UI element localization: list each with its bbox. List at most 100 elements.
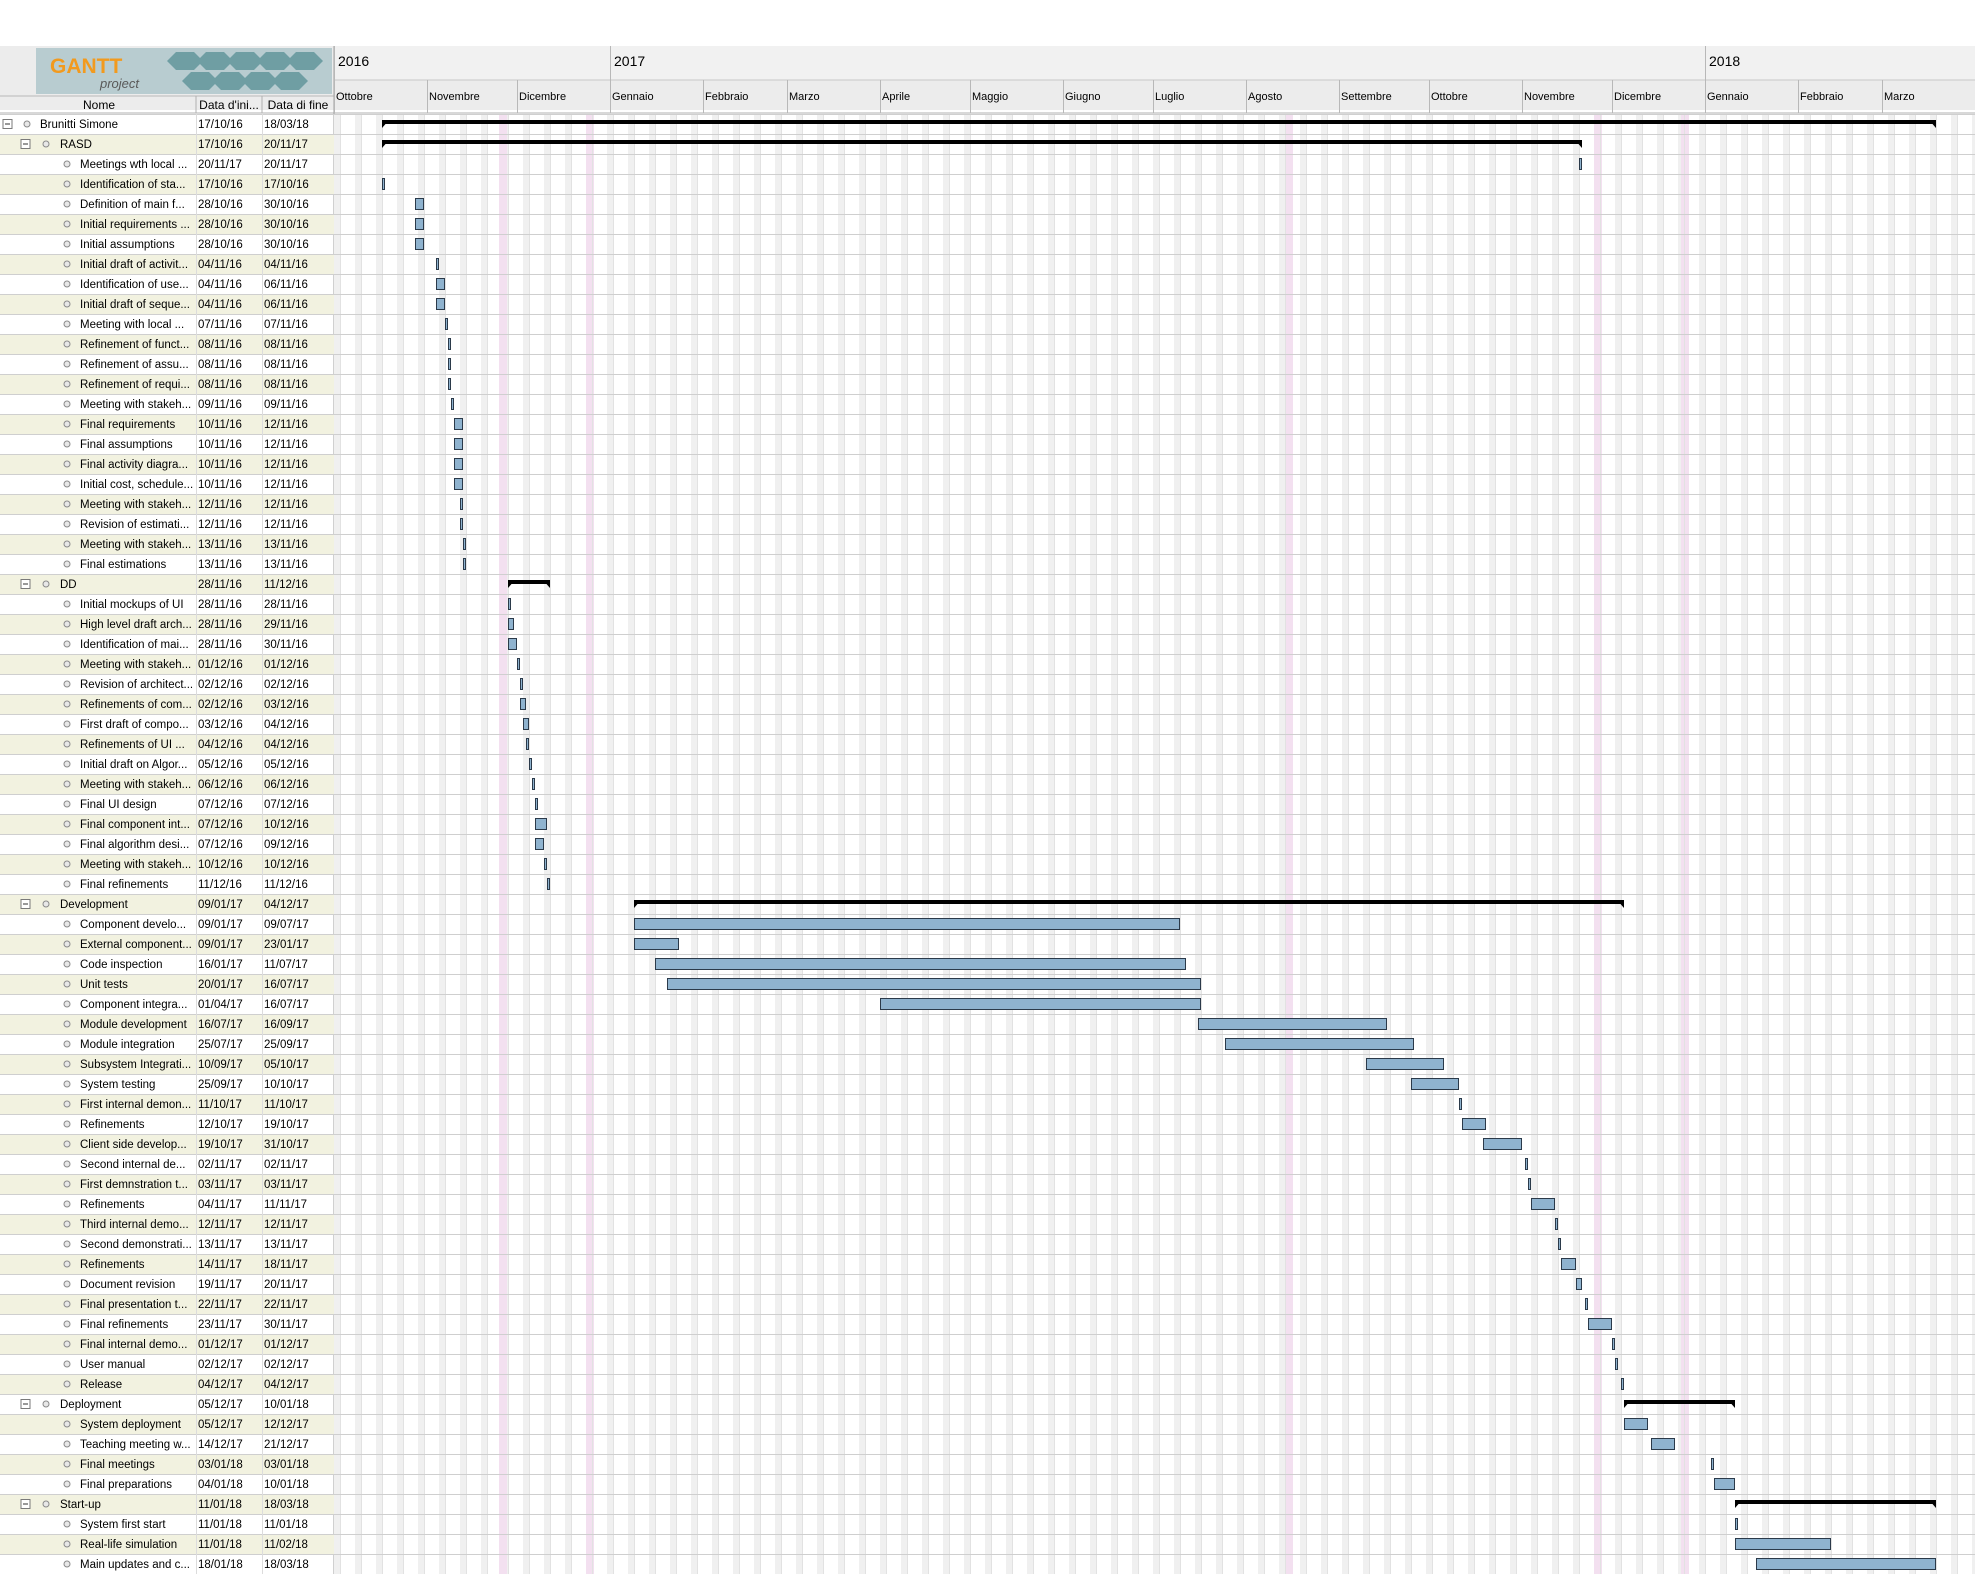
table-row[interactable]: Final algorithm desi... 07/12/16 09/12/16	[63, 839, 309, 851]
task-bar[interactable]	[463, 538, 466, 550]
task-bar[interactable]	[544, 858, 547, 870]
task-bar[interactable]	[460, 518, 463, 530]
table-row[interactable]: Final component int... 07/12/16 10/12/16	[63, 819, 309, 831]
task-bar[interactable]	[1621, 1378, 1624, 1390]
task-bar[interactable]	[454, 418, 463, 430]
column-header-end[interactable]: Data di fine	[268, 98, 329, 112]
table-row[interactable]: Meeting with stakeh... 12/11/16 12/11/16	[63, 499, 308, 511]
task-bar[interactable]	[535, 818, 547, 830]
table-row[interactable]: Revision of estimati... 12/11/16 12/11/16	[63, 519, 308, 531]
task-bar[interactable]	[667, 978, 1201, 990]
task-bar[interactable]	[1531, 1198, 1555, 1210]
task-bar[interactable]	[1735, 1518, 1738, 1530]
table-row[interactable]: Refinement of assu... 08/11/16 08/11/16	[63, 359, 308, 371]
task-bar[interactable]	[415, 218, 424, 230]
task-bar[interactable]	[535, 838, 544, 850]
table-row[interactable]: Initial requirements ... 28/10/16 30/10/16	[63, 219, 309, 231]
task-bar[interactable]	[415, 238, 424, 250]
task-bar[interactable]	[1585, 1298, 1588, 1310]
task-bar[interactable]	[451, 398, 454, 410]
table-row[interactable]: Module development 16/07/17 16/09/17	[63, 1019, 309, 1031]
task-bar[interactable]	[454, 438, 463, 450]
table-row[interactable]: Meeting with stakeh... 10/12/16 10/12/16	[63, 859, 309, 871]
task-bar[interactable]	[508, 618, 514, 630]
table-row[interactable]: Refinement of funct... 08/11/16 08/11/16	[63, 339, 308, 351]
task-bar[interactable]	[1711, 1458, 1714, 1470]
task-bar[interactable]	[382, 178, 385, 190]
table-row[interactable]: First internal demon... 11/10/17 11/10/17	[63, 1099, 308, 1111]
task-bar[interactable]	[415, 198, 424, 210]
task-bar[interactable]	[1588, 1318, 1612, 1330]
task-bar[interactable]	[526, 738, 529, 750]
task-bar[interactable]	[535, 798, 538, 810]
task-bar[interactable]	[547, 878, 550, 890]
task-bar[interactable]	[448, 378, 451, 390]
table-row[interactable]: First demnstration t... 03/11/17 03/11/17	[63, 1179, 308, 1191]
table-row[interactable]: First draft of compo... 03/12/16 04/12/16	[63, 719, 309, 731]
task-bar[interactable]	[1714, 1478, 1735, 1490]
table-row[interactable]: Third internal demo... 12/11/17 12/11/17	[63, 1219, 308, 1231]
task-bar[interactable]	[523, 718, 529, 730]
task-bar[interactable]	[448, 358, 451, 370]
task-bar[interactable]	[1225, 1038, 1414, 1050]
task-bar[interactable]	[1459, 1098, 1462, 1110]
task-bar[interactable]	[1612, 1338, 1615, 1350]
task-bar[interactable]	[1735, 1538, 1831, 1550]
task-bar[interactable]	[880, 998, 1201, 1010]
table-row[interactable]: Subsystem Integrati... 10/09/17 05/10/17	[63, 1059, 309, 1071]
table-row[interactable]: High level draft arch... 28/11/16 29/11/16	[63, 619, 308, 631]
table-row[interactable]: Final presentation t... 22/11/17 22/11/17	[63, 1299, 308, 1311]
table-row[interactable]: Final activity diagra... 10/11/16 12/11/16	[63, 459, 308, 471]
task-bar[interactable]	[655, 958, 1186, 970]
task-bar[interactable]	[1198, 1018, 1387, 1030]
table-row[interactable]: Initial draft of activit... 04/11/16 04/11…	[63, 259, 308, 271]
table-row[interactable]: Meetings wth local ... 20/11/17 20/11/17	[63, 159, 308, 171]
task-bar[interactable]	[454, 478, 463, 490]
task-bar[interactable]	[1411, 1078, 1459, 1090]
table-row[interactable]: Revision of architect... 02/12/16 02/12/16	[63, 679, 309, 691]
table-row[interactable]: Client side develop... 19/10/17 31/10/17	[63, 1139, 309, 1151]
table-row[interactable]: Identification of mai... 28/11/16 30/11/16	[63, 639, 308, 651]
task-bar[interactable]	[529, 758, 532, 770]
table-row[interactable]: Final internal demo... 01/12/17 01/12/17	[63, 1339, 309, 1351]
task-bar[interactable]	[1528, 1178, 1531, 1190]
task-bar[interactable]	[436, 278, 445, 290]
task-bar[interactable]	[508, 598, 511, 610]
table-row[interactable]: Meeting with stakeh... 09/11/16 09/11/16	[63, 399, 308, 411]
table-row[interactable]: Initial cost, schedule... 10/11/16 12/11/1…	[63, 479, 308, 491]
task-bar[interactable]	[508, 638, 517, 650]
task-bar[interactable]	[1555, 1218, 1558, 1230]
task-bar[interactable]	[454, 458, 463, 470]
task-bar[interactable]	[445, 318, 448, 330]
table-row[interactable]: External component... 09/01/17 23/01/17	[63, 939, 309, 951]
task-bar[interactable]	[1579, 158, 1582, 170]
task-bar[interactable]	[460, 498, 463, 510]
task-bar[interactable]	[1561, 1258, 1576, 1270]
task-bar[interactable]	[1366, 1058, 1444, 1070]
task-bar[interactable]	[1576, 1278, 1582, 1290]
task-bar[interactable]	[1651, 1438, 1675, 1450]
table-row[interactable]: Meeting with stakeh... 01/12/16 01/12/16	[63, 659, 309, 671]
task-bar[interactable]	[1624, 1418, 1648, 1430]
task-bar[interactable]	[463, 558, 466, 570]
task-bar[interactable]	[520, 678, 523, 690]
task-bar[interactable]	[1525, 1158, 1528, 1170]
task-bar[interactable]	[1483, 1138, 1522, 1150]
table-row[interactable]: Meeting with stakeh... 06/12/16 06/12/16	[63, 779, 309, 791]
table-row[interactable]: Identification of use... 04/11/16 06/11/16	[63, 279, 308, 291]
table-row[interactable]: Teaching meeting w... 14/12/17 21/12/17	[63, 1439, 309, 1451]
table-row[interactable]: Meeting with stakeh... 13/11/16 13/11/16	[63, 539, 308, 551]
task-bar[interactable]	[1756, 1558, 1936, 1570]
table-row[interactable]: Component integra... 01/04/17 16/07/17	[63, 999, 309, 1011]
table-row[interactable]: Refinement of requi... 08/11/16 08/11/16	[63, 379, 308, 391]
task-bar[interactable]	[1558, 1238, 1561, 1250]
table-row[interactable]: Second demonstrati... 13/11/17 13/11/17	[63, 1239, 308, 1251]
task-bar[interactable]	[517, 658, 520, 670]
task-bar[interactable]	[436, 298, 445, 310]
table-row[interactable]: Initial draft on Algor... 05/12/16 05/12/1…	[63, 759, 309, 771]
task-bar[interactable]	[436, 258, 439, 270]
task-bar[interactable]	[634, 938, 679, 950]
column-header-start[interactable]: Data d'ini...	[199, 98, 259, 112]
task-bar[interactable]	[532, 778, 535, 790]
task-bar[interactable]	[1615, 1358, 1618, 1370]
